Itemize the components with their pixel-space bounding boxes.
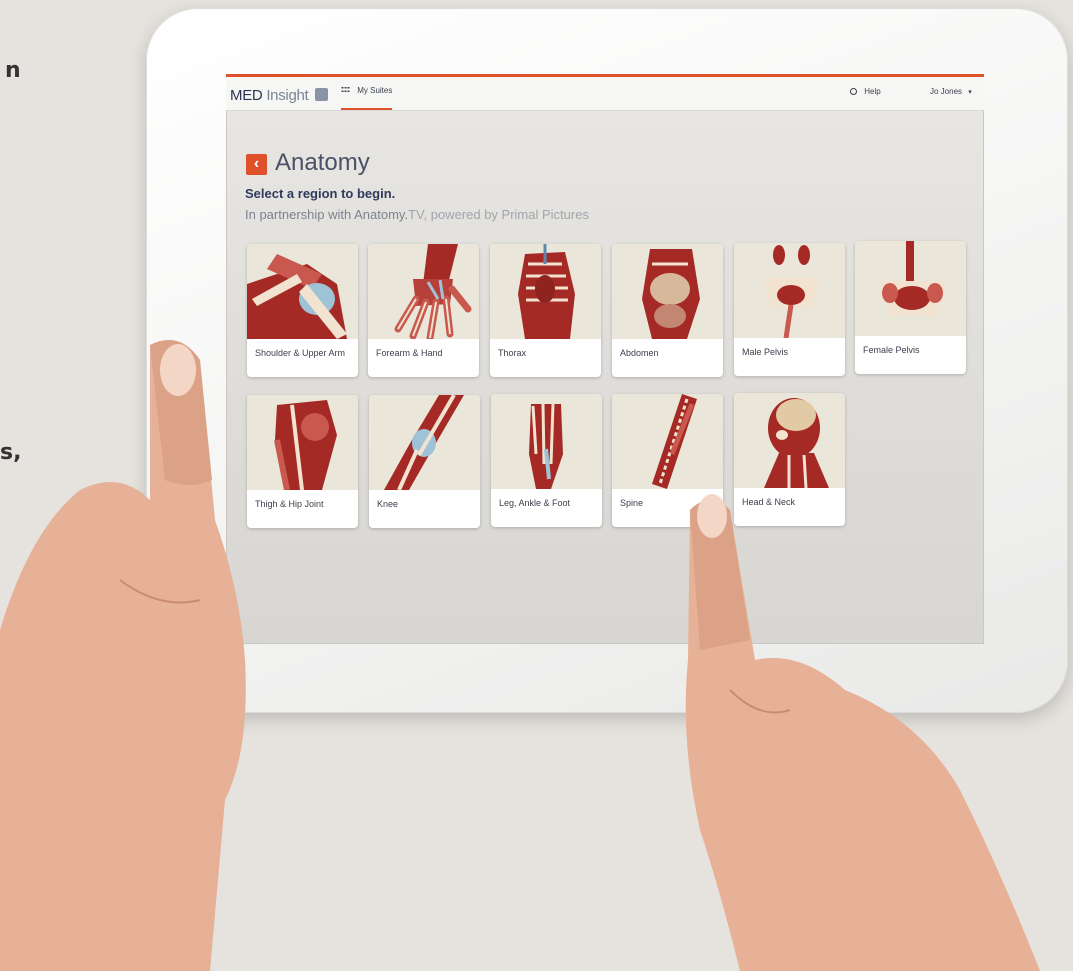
female-pelvis-anatomy-image	[855, 241, 966, 336]
partnership-text: In partnership with Anatomy.TV, powered …	[245, 207, 589, 222]
help-icon	[850, 88, 857, 95]
logo-text-main: MED	[230, 87, 263, 104]
region-label: Leg, Ankle & Foot	[499, 498, 571, 508]
spine-anatomy-image	[612, 394, 723, 489]
region-tile-forearm-hand[interactable]: Forearm & Hand	[368, 244, 479, 377]
user-menu[interactable]: Jo Jones ▾	[930, 87, 972, 96]
help-label: Help	[864, 87, 881, 96]
region-tile-male-pelvis[interactable]: Male Pelvis	[734, 243, 845, 376]
med-insight-logo[interactable]: MED Insight	[230, 87, 329, 104]
region-tile-thorax[interactable]: Thorax	[490, 244, 601, 377]
top-nav-bar: MED Insight My Suites Help Jo Jones ▾	[226, 74, 984, 110]
hand-anatomy-image	[368, 244, 479, 339]
region-tile-female-pelvis[interactable]: Female Pelvis	[855, 241, 966, 374]
male-pelvis-anatomy-image	[734, 243, 845, 338]
region-tile-knee[interactable]: Knee	[369, 395, 480, 528]
my-suites-tab[interactable]: My Suites	[341, 86, 393, 110]
user-name: Jo Jones	[930, 87, 963, 96]
region-tile-abdomen[interactable]: Abdomen	[612, 244, 723, 377]
page-subtitle: Select a region to begin.	[245, 186, 396, 201]
left-hand-image	[0, 340, 246, 971]
chevron-left-icon: ‹	[253, 155, 260, 172]
region-label: Male Pelvis	[742, 347, 789, 357]
region-label: Forearm & Hand	[376, 348, 443, 358]
logo-badge-icon	[315, 88, 329, 101]
partnership-rest: TV, powered by Primal Pictures	[408, 207, 589, 222]
region-tile-leg-ankle-foot[interactable]: Leg, Ankle & Foot	[491, 394, 602, 527]
logo-text-sub: Insight	[266, 87, 309, 104]
my-suites-label: My Suites	[357, 86, 393, 95]
abdomen-anatomy-image	[612, 244, 723, 339]
chevron-down-icon: ▾	[968, 89, 972, 96]
edge-text-top: n	[5, 58, 21, 83]
help-link[interactable]: Help	[850, 87, 881, 96]
region-label: Thorax	[498, 348, 527, 358]
grid-icon	[341, 86, 350, 93]
region-label: Female Pelvis	[863, 345, 920, 355]
page-title: Anatomy	[275, 149, 370, 176]
back-button[interactable]: ‹	[246, 154, 267, 175]
knee-anatomy-image	[369, 395, 480, 490]
thorax-anatomy-image	[490, 244, 601, 339]
shoulder-anatomy-image	[247, 244, 358, 339]
foot-anatomy-image	[491, 394, 602, 489]
region-label: Abdomen	[620, 348, 659, 358]
partnership-prefix: In partnership with Anatomy.	[245, 207, 409, 222]
region-label: Knee	[377, 499, 399, 509]
head-anatomy-image	[734, 393, 845, 488]
right-hand-image	[685, 494, 1040, 971]
